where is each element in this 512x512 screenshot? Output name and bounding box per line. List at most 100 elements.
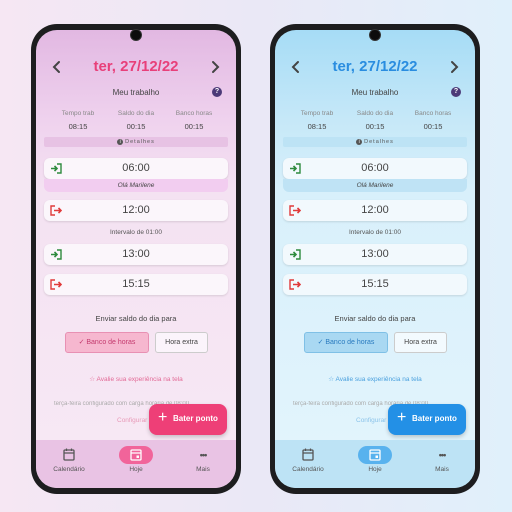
stat-label: Saldo do dia (356, 110, 394, 117)
nav-label: Mais (435, 466, 449, 473)
punch-card[interactable]: 13:00 (44, 244, 228, 265)
stat-worked-time: Tempo trab 08:15 (50, 110, 106, 131)
phone-pink: ter, 27/12/22 Meu trabalho ? Tempo trab … (31, 24, 241, 494)
punch-card[interactable]: 06:00 (44, 158, 228, 179)
punch-note: Olá Marilene (44, 179, 228, 192)
summary-stats: Tempo trab 08:15 Saldo do dia 00:15 Banc… (50, 110, 222, 134)
star-icon: ☆ (328, 376, 336, 383)
punch-time: 12:00 (361, 204, 389, 216)
stat-label: Banco horas (414, 110, 452, 117)
calendar-today-icon (358, 446, 392, 464)
calendar-icon (291, 446, 325, 464)
option-overtime[interactable]: Hora extra (155, 332, 208, 353)
nav-label: Hoje (368, 466, 382, 473)
punch-clock-fab[interactable]: + Bater ponto (388, 404, 466, 435)
stat-hour-bank: Banco horas 00:15 (166, 110, 222, 131)
nav-item-calendar[interactable]: Calendário (39, 446, 99, 473)
help-icon[interactable]: ? (212, 87, 222, 97)
punch-time: 13:00 (122, 248, 150, 260)
stat-value: 08:15 (307, 122, 327, 131)
calendar-icon (52, 446, 86, 464)
details-label: Detalhes (364, 139, 394, 145)
balance-title: Enviar saldo do dia para (95, 314, 177, 323)
nav-item-calendar[interactable]: Calendário (278, 446, 338, 473)
nav-item-today[interactable]: Hoje (345, 446, 405, 473)
nav-label: Calendário (292, 466, 324, 473)
stat-value: 00:15 (184, 122, 204, 131)
nav-item-today[interactable]: Hoje (106, 446, 166, 473)
nav-label: Hoje (129, 466, 143, 473)
app-screen: ter, 27/12/22 Meu trabalho ? Tempo trab … (275, 30, 475, 488)
details-button[interactable]: i Detalhes (283, 137, 467, 147)
more-icon: ••• (199, 450, 207, 460)
configure-link[interactable]: Configurar (117, 417, 147, 424)
plus-icon: + (397, 409, 407, 426)
stat-value: 00:15 (126, 122, 146, 131)
more-icon: ••• (438, 450, 446, 460)
punch-time: 06:00 (361, 162, 389, 174)
info-icon: i (356, 139, 363, 145)
details-button[interactable]: i Detalhes (44, 137, 228, 147)
chevron-right-icon[interactable] (208, 58, 222, 79)
configure-link[interactable]: Configurar (356, 417, 386, 424)
stat-label: Tempo trab (61, 110, 95, 117)
phone-blue: ter, 27/12/22 Meu trabalho ? Tempo trab … (270, 24, 480, 494)
balance-title: Enviar saldo do dia para (334, 314, 416, 323)
nav-label: Mais (196, 466, 210, 473)
front-camera (131, 30, 141, 40)
punch-time: 15:15 (361, 278, 389, 290)
punch-card[interactable]: 12:00 (283, 200, 467, 221)
date-header: ter, 27/12/22 (36, 56, 236, 78)
star-icon: ☆ (89, 376, 97, 383)
option-label: Banco de horas (86, 339, 136, 346)
stat-label: Banco horas (175, 110, 213, 117)
punch-card[interactable]: 12:00 (44, 200, 228, 221)
punch-time: 12:00 (122, 204, 150, 216)
bottom-navigation: Calendário Hoje ••• Mais (275, 440, 475, 488)
punch-time: 13:00 (361, 248, 389, 260)
nav-label: Calendário (53, 466, 85, 473)
rate-experience-link[interactable]: ☆ Avalie sua experiência na tela (275, 375, 475, 383)
stat-day-balance: Saldo do dia 00:15 (347, 110, 403, 131)
chevron-right-icon[interactable] (447, 58, 461, 79)
option-overtime[interactable]: Hora extra (394, 332, 447, 353)
bottom-navigation: Calendário Hoje ••• Mais (36, 440, 236, 488)
rate-experience-link[interactable]: ☆ Avalie sua experiência na tela (36, 375, 236, 383)
stat-value: 00:15 (365, 122, 385, 131)
interval-label: Intervalo de 01:00 (109, 229, 163, 236)
option-label: Banco de horas (325, 339, 375, 346)
punch-card[interactable]: 15:15 (44, 274, 228, 295)
punch-card[interactable]: 13:00 (283, 244, 467, 265)
current-date[interactable]: ter, 27/12/22 (275, 58, 475, 75)
option-hour-bank[interactable]: ✓ Banco de horas (304, 332, 388, 353)
stat-label: Saldo do dia (117, 110, 155, 117)
plus-icon: + (158, 409, 168, 426)
rate-label: Avalie sua experiência na tela (335, 376, 422, 383)
punch-note: Olá Marilene (283, 179, 467, 192)
interval-label: Intervalo de 01:00 (348, 229, 402, 236)
stat-value: 08:15 (68, 122, 88, 131)
stat-day-balance: Saldo do dia 00:15 (108, 110, 164, 131)
punch-time: 15:15 (122, 278, 150, 290)
current-date[interactable]: ter, 27/12/22 (36, 58, 236, 75)
punch-clock-fab[interactable]: + Bater ponto (149, 404, 227, 435)
rate-label: Avalie sua experiência na tela (96, 376, 183, 383)
help-icon[interactable]: ? (451, 87, 461, 97)
info-icon: i (117, 139, 124, 145)
nav-item-more[interactable]: ••• Mais (412, 446, 472, 473)
nav-item-more[interactable]: ••• Mais (173, 446, 233, 473)
punch-card[interactable]: 15:15 (283, 274, 467, 295)
summary-stats: Tempo trab 08:15 Saldo do dia 00:15 Banc… (289, 110, 461, 134)
summary-title: Meu trabalho (112, 88, 160, 97)
calendar-today-icon (119, 446, 153, 464)
front-camera (370, 30, 380, 40)
punch-card[interactable]: 06:00 (283, 158, 467, 179)
summary-title: Meu trabalho (351, 88, 399, 97)
app-screen: ter, 27/12/22 Meu trabalho ? Tempo trab … (36, 30, 236, 488)
stat-label: Tempo trab (300, 110, 334, 117)
option-hour-bank[interactable]: ✓ Banco de horas (65, 332, 149, 353)
stat-value: 00:15 (423, 122, 443, 131)
stat-worked-time: Tempo trab 08:15 (289, 110, 345, 131)
fab-label: Bater ponto (173, 414, 218, 423)
date-header: ter, 27/12/22 (275, 56, 475, 78)
